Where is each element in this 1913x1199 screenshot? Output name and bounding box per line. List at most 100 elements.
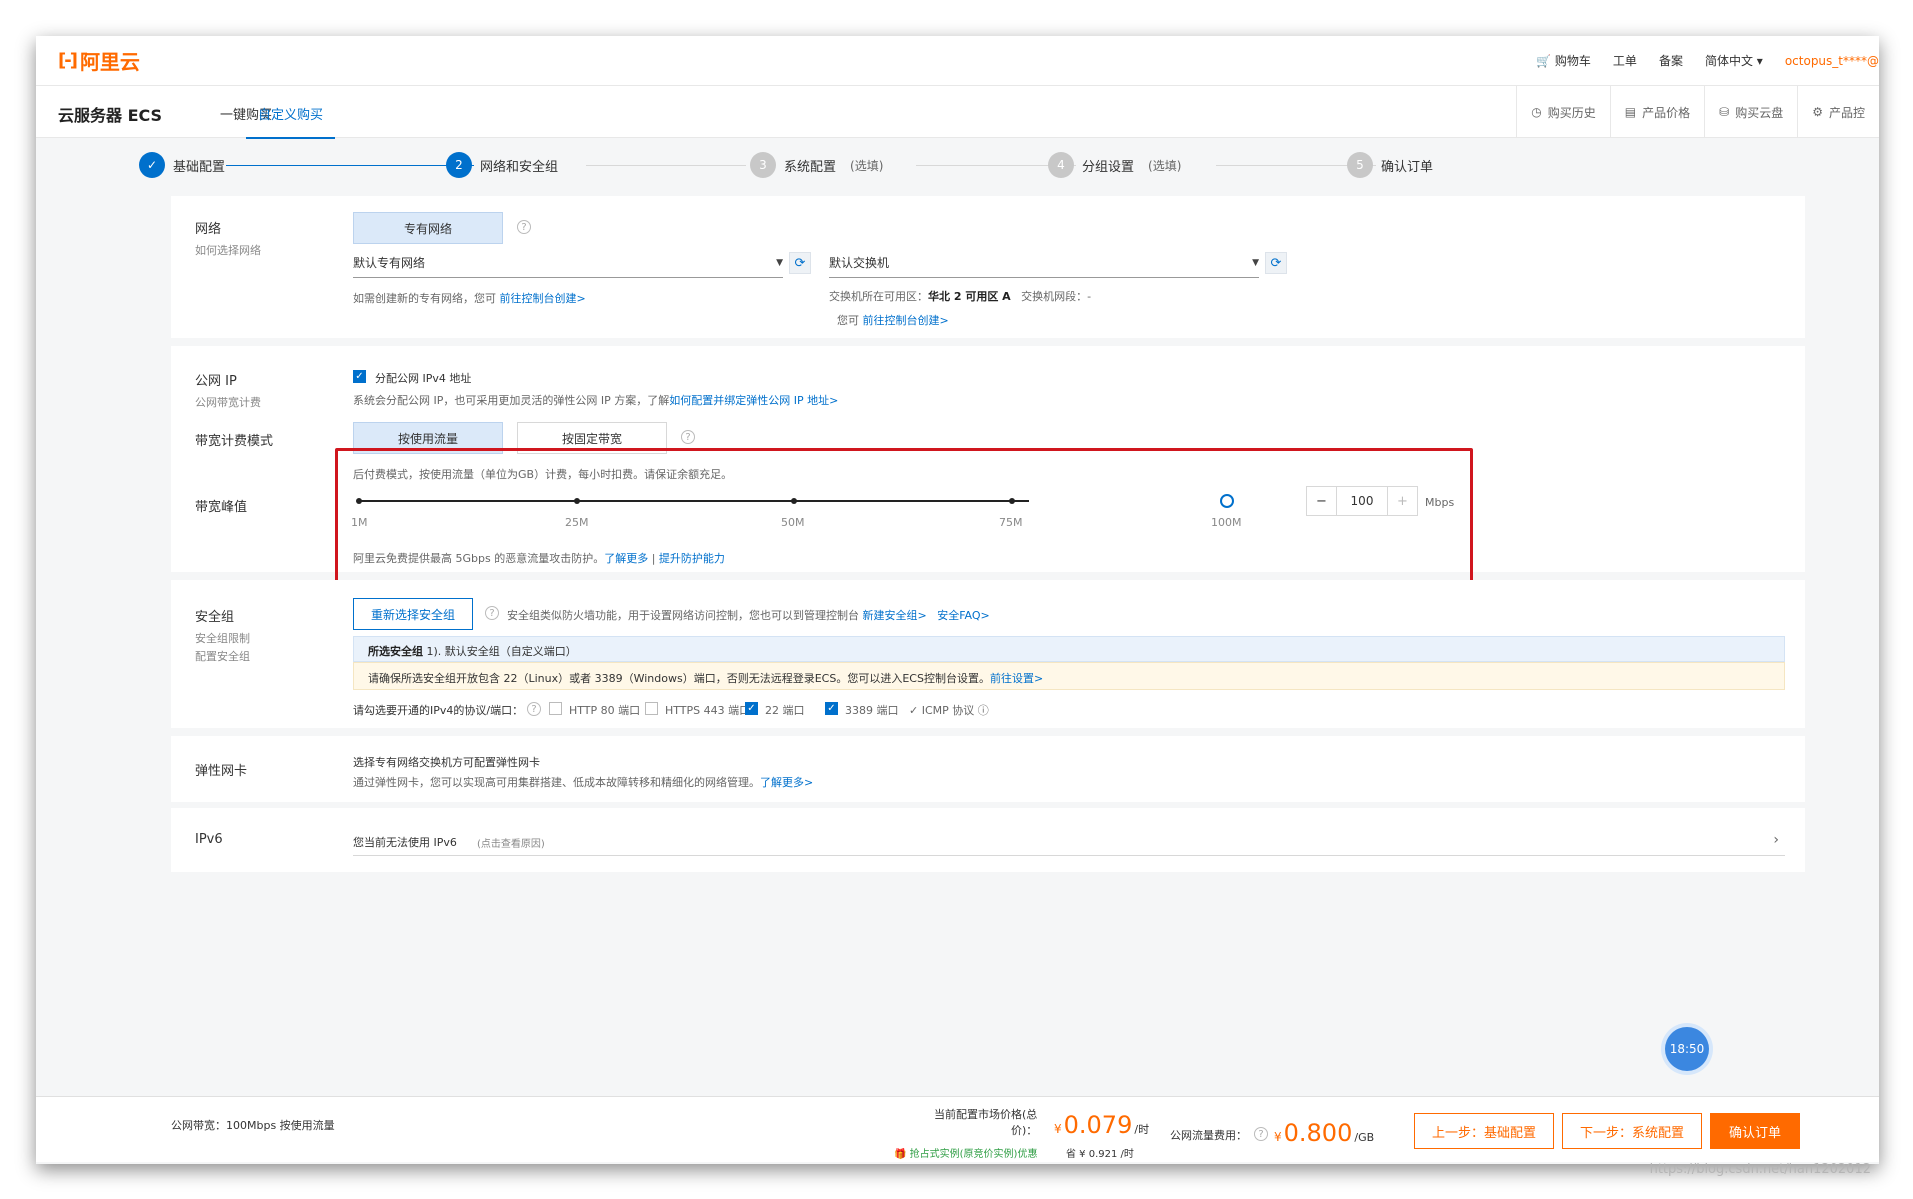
icp-link[interactable]: 备案 <box>1659 52 1683 69</box>
price-label: 当前配置市场价格(总 价)： <box>934 1108 1038 1137</box>
traffic-fee-label: 公网流量费用： <box>1170 1129 1247 1142</box>
bandwidth-peak-label: 带宽峰值 <box>195 500 248 515</box>
step-group-settings[interactable]: 4 分组设置 (选填) <box>1048 152 1181 178</box>
prev-step-button[interactable]: 上一步：基础配置 <box>1414 1113 1554 1149</box>
language-select[interactable]: 简体中文 ▾ <box>1705 52 1763 69</box>
watermark: https://blog.csdn.net/han1202012 <box>1649 1162 1871 1177</box>
port-warning: 请确保所选安全组开放包含 22（Linux）或者 3389（Windows）端口… <box>353 662 1785 690</box>
selected-sg-bar: 所选安全组 1). 默认安全组（自定义端口） <box>353 636 1785 662</box>
refresh-vswitch-icon[interactable]: ⟳ <box>1265 252 1287 274</box>
ipv6-section: IPv6 您当前无法使用 IPv6 (点击查看原因) › <box>171 808 1805 872</box>
eni-section: 弹性网卡 选择专有网络交换机方可配置弹性网卡 通过弹性网卡，您可以实现高可用集群… <box>171 736 1805 802</box>
product-price-link[interactable]: ▤ 产品价格 <box>1609 86 1704 138</box>
vpc-select[interactable]: 默认专有网络 ▼ <box>353 248 783 278</box>
refresh-vpc-icon[interactable]: ⟳ <box>789 252 811 274</box>
vpc-console-link[interactable]: 前往控制台创建> <box>500 292 586 305</box>
sg-sublabel[interactable]: 安全组限制 <box>195 630 250 646</box>
port-22-checkbox[interactable]: ✓ <box>745 702 758 715</box>
help-icon[interactable]: ? <box>681 430 695 444</box>
help-icon[interactable]: ? <box>517 220 531 234</box>
product-subbar: 云服务器 ECS 一键购买 自定义购买 ◷ 购买历史 ▤ 产品价格 ⛁ 购买云盘 ⚙ 产… <box>36 86 1879 139</box>
vswitch-hint: 您可 前往控制台创建> <box>837 314 949 327</box>
reselect-security-group-button[interactable]: 重新选择安全组 <box>353 598 473 630</box>
user-account[interactable]: octopus_t****@ <box>1785 54 1879 68</box>
help-icon[interactable]: ? <box>1254 1127 1268 1141</box>
public-ip-sublabel: 公网带宽计费 <box>195 396 261 409</box>
eip-guide-link[interactable]: 如何配置并绑定弹性公网 IP 地址> <box>669 394 838 407</box>
order-footer: 公网带宽：100Mbps 按使用流量 当前配置市场价格(总 价)： ¥ 0.07… <box>36 1096 1879 1162</box>
vpc-hint: 如需创建新的专有网络，您可 前往控制台创建> <box>353 292 586 305</box>
next-step-button[interactable]: 下一步：系统配置 <box>1562 1113 1702 1149</box>
ticket-link[interactable]: 工单 <box>1613 52 1637 69</box>
port-label: 3389 端口 <box>845 704 899 717</box>
sg-desc: 安全组类似防火墙功能，用于设置网络访问控制，您也可以到管理控制台 新建安全组> … <box>507 609 990 622</box>
port-3389-checkbox[interactable]: ✓ <box>825 702 838 715</box>
chevron-down-icon: ▾ <box>1756 54 1763 68</box>
disk-icon: ⛁ <box>1719 105 1730 119</box>
purchase-history-link[interactable]: ◷ 购买历史 <box>1516 86 1610 138</box>
security-faq-link[interactable]: 安全FAQ> <box>937 609 990 622</box>
aliyun-logo-icon: [-] <box>58 50 78 71</box>
eni-desc: 通过弹性网卡，您可以实现高可用集群搭建、低成本故障转移和精细化的网络管理。了解更… <box>353 776 814 789</box>
tab-custom-buy[interactable]: 自定义购买 <box>246 104 336 139</box>
step-network-security[interactable]: 2 网络和安全组 <box>446 152 558 178</box>
floating-clock-widget[interactable]: 18:50 <box>1665 1027 1709 1071</box>
cart-link[interactable]: 🛒 购物车 <box>1536 52 1591 69</box>
security-group-label: 安全组 <box>195 610 235 625</box>
network-label: 网络 <box>195 222 222 237</box>
new-security-group-link[interactable]: 新建安全组> <box>863 609 927 622</box>
icmp-option[interactable]: ✓ ICMP 协议 ⓘ <box>909 702 989 718</box>
ports-label: 请勾选要开通的IPv4的协议/端口： <box>353 704 524 717</box>
save-text: 省 ¥ 0.921 /时 <box>1066 1149 1134 1160</box>
eni-title: 选择专有网络交换机方可配置弹性网卡 <box>353 756 540 769</box>
zone-value: 华北 2 可用区 A <box>928 290 1011 303</box>
step-basic-config[interactable]: ✓ 基础配置 <box>139 152 225 178</box>
ipv6-row[interactable]: 您当前无法使用 IPv6 (点击查看原因) › <box>353 826 1785 856</box>
port-https-checkbox[interactable] <box>645 702 658 715</box>
top-right-links: 🛒 购物车 工单 备案 简体中文 ▾ octopus_t****@ <box>1536 52 1879 69</box>
port-http-checkbox[interactable] <box>549 702 562 715</box>
assign-ipv4-label: 分配公网 IPv4 地址 <box>375 372 472 385</box>
zone-info: 交换机所在可用区：华北 2 可用区 A 交换机网段：- <box>829 290 1092 303</box>
chevron-right-icon: › <box>1773 832 1779 848</box>
help-icon[interactable]: ⓘ <box>978 704 989 717</box>
help-icon[interactable]: ? <box>527 702 541 716</box>
confirm-order-button[interactable]: 确认订单 <box>1710 1113 1800 1149</box>
spot-instance-link[interactable]: 🎁 抢占式实例(原竞价实例)优惠 <box>894 1145 1037 1160</box>
port-label: HTTP 80 端口 <box>569 704 641 717</box>
eni-learn-more-link[interactable]: 了解更多> <box>760 776 813 789</box>
document-icon: ▤ <box>1624 105 1637 119</box>
gift-icon: 🎁 <box>894 1149 907 1160</box>
how-to-choose-network-link[interactable]: 如何选择网络 <box>195 242 261 258</box>
vswitch-select[interactable]: 默认交换机 ▼ <box>829 248 1259 278</box>
step-confirm-order[interactable]: 5 确认订单 <box>1347 152 1433 178</box>
bandwidth-summary: 公网带宽：100Mbps 按使用流量 <box>171 1119 335 1132</box>
ipv6-label: IPv6 <box>195 832 223 847</box>
logo-text: 阿里云 <box>79 50 140 74</box>
step-connector <box>586 165 746 166</box>
gear-icon: ⚙ <box>1812 105 1823 119</box>
assign-ipv4-checkbox[interactable]: ✓ <box>353 370 366 383</box>
help-icon[interactable]: ? <box>485 606 499 620</box>
ipv6-text: 您当前无法使用 IPv6 <box>353 836 457 849</box>
vpc-type-button[interactable]: 专有网络 <box>353 212 503 244</box>
buy-disk-link[interactable]: ⛁ 购买云盘 <box>1704 86 1797 138</box>
cart-icon: 🛒 <box>1536 54 1552 68</box>
vswitch-console-link[interactable]: 前往控制台创建> <box>863 314 949 327</box>
clock-icon: ◷ <box>1531 105 1542 119</box>
subbar-right-links: ◷ 购买历史 ▤ 产品价格 ⛁ 购买云盘 ⚙ 产品控 <box>1516 86 1879 138</box>
aliyun-logo[interactable]: [-] 阿里云 <box>58 46 140 75</box>
port-label: 22 端口 <box>765 704 805 717</box>
product-control-link[interactable]: ⚙ 产品控 <box>1797 86 1879 138</box>
ipv6-reason-link[interactable]: (点击查看原因) <box>477 835 545 850</box>
caret-down-icon: ▼ <box>776 257 783 268</box>
purchase-steps: ✓ 基础配置 2 网络和安全组 3 系统配置 (选填) 4 分组设置 (选填) … <box>36 138 1879 194</box>
security-group-section: 安全组 安全组限制 配置安全组 重新选择安全组 ? 安全组类似防火墙功能，用于设… <box>171 580 1805 728</box>
port-label: HTTPS 443 端口 <box>665 704 751 717</box>
public-ip-label: 公网 IP <box>195 374 237 389</box>
sg-sublabel[interactable]: 配置安全组 <box>195 648 250 664</box>
hourly-price: ¥ 0.079 /时 <box>1054 1111 1150 1139</box>
step-connector <box>226 165 474 166</box>
go-settings-link[interactable]: 前往设置> <box>990 672 1043 685</box>
step-system-config[interactable]: 3 系统配置 (选填) <box>750 152 883 178</box>
